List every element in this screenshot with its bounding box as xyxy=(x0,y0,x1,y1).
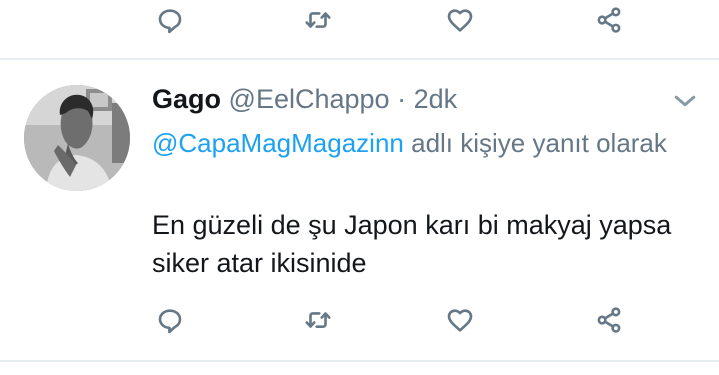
retweet-button[interactable] xyxy=(298,300,338,340)
prev-retweet-button[interactable] xyxy=(298,0,338,40)
share-icon xyxy=(597,7,621,33)
prev-reply-button[interactable] xyxy=(150,0,190,40)
reply-context-label: adlı kişiye yanıt olarak xyxy=(411,128,667,158)
tweet-menu-button[interactable] xyxy=(670,86,700,116)
heart-icon xyxy=(447,9,473,32)
timestamp[interactable]: 2dk xyxy=(414,84,458,114)
retweet-icon xyxy=(305,312,331,328)
share-button[interactable] xyxy=(589,300,629,340)
like-button[interactable] xyxy=(440,300,480,340)
prev-like-button[interactable] xyxy=(440,0,480,40)
reply-mention-link[interactable]: @CapaMagMagazinn xyxy=(152,128,404,158)
reply-icon xyxy=(158,9,182,34)
reply-context: @CapaMagMagazinn adlı kişiye yanıt olara… xyxy=(152,125,682,162)
reply-icon xyxy=(158,309,182,334)
avatar[interactable] xyxy=(24,85,130,191)
display-name[interactable]: Gago xyxy=(152,84,221,114)
prev-share-button[interactable] xyxy=(589,0,629,40)
user-handle[interactable]: @EelChappo xyxy=(229,84,390,114)
tweet-divider-bottom xyxy=(0,360,719,362)
heart-icon xyxy=(447,309,473,332)
retweet-icon xyxy=(305,12,331,28)
chevron-down-icon xyxy=(674,95,696,107)
tweet-action-bar xyxy=(0,300,719,340)
prev-tweet-action-bar xyxy=(0,0,719,40)
tweet-text: En güzeli de şu Japon karı bi makyaj yap… xyxy=(152,210,672,278)
tweet-header: Gago @EelChappo · 2dk xyxy=(152,82,457,116)
avatar-photo xyxy=(24,85,130,191)
share-icon xyxy=(597,307,621,333)
reply-button[interactable] xyxy=(150,300,190,340)
separator-dot: · xyxy=(397,84,407,114)
tweet-divider-top xyxy=(0,58,719,60)
